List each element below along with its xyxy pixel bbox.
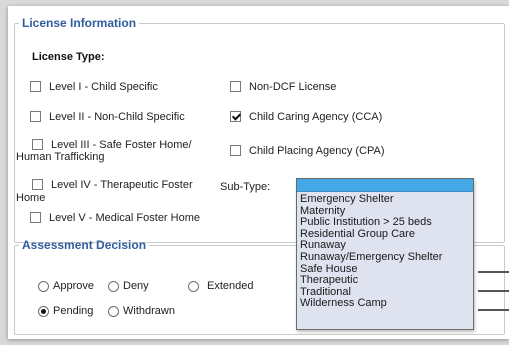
checkbox-level-4[interactable]: Level IV - Therapeutic Foster — [30, 179, 193, 192]
background-field-edge — [478, 290, 509, 292]
checkbox-level-3-label-cont: Human Trafficking — [16, 151, 105, 163]
radio-circle-selected[interactable] — [38, 305, 49, 317]
checkbox-label: Level IV - Therapeutic Foster — [51, 179, 193, 191]
checkbox-label: Child Placing Agency (CPA) — [249, 145, 385, 157]
subtype-label: Sub-Type: — [220, 181, 271, 193]
checkbox-box[interactable] — [230, 81, 241, 92]
checkbox-label: Non-DCF License — [249, 81, 337, 93]
radio-label: Pending — [53, 305, 94, 317]
license-type-label: License Type: — [32, 51, 105, 63]
subtype-options-list: Emergency Shelter Maternity Public Insti… — [297, 192, 473, 310]
subtype-option[interactable]: Emergency Shelter — [300, 193, 473, 206]
checkbox-level-5[interactable]: Level V - Medical Foster Home — [30, 212, 200, 225]
radio-label: Withdrawn — [123, 305, 175, 317]
radio-withdrawn[interactable]: Withdrawn — [108, 305, 175, 317]
radio-pending[interactable]: Pending — [38, 305, 93, 317]
subtype-option[interactable]: Wilderness Camp — [300, 298, 473, 310]
radio-extended[interactable]: Extended — [188, 280, 253, 292]
radio-circle[interactable] — [108, 305, 119, 317]
checkbox-label: Level I - Child Specific — [49, 81, 158, 93]
assessment-decision-legend: Assessment Decision — [22, 238, 147, 252]
checkbox-cca[interactable]: Child Caring Agency (CCA) — [230, 111, 382, 124]
radio-label: Deny — [123, 280, 149, 292]
checkbox-box[interactable] — [30, 111, 41, 122]
subtype-dropdown[interactable]: Emergency Shelter Maternity Public Insti… — [296, 178, 474, 330]
background-field-edge — [478, 271, 509, 273]
checkbox-label: Level V - Medical Foster Home — [49, 212, 200, 224]
radio-approve[interactable]: Approve — [38, 280, 94, 292]
checkbox-cpa[interactable]: Child Placing Agency (CPA) — [230, 145, 385, 158]
subtype-option[interactable]: Runaway/Emergency Shelter — [300, 251, 473, 264]
checkbox-label: Child Caring Agency (CCA) — [249, 111, 383, 123]
radio-circle[interactable] — [188, 280, 199, 292]
radio-label: Extended — [207, 280, 254, 292]
radio-circle[interactable] — [38, 280, 49, 292]
background-field-edge — [478, 309, 509, 311]
subtype-option[interactable]: Therapeutic — [300, 275, 473, 287]
license-information-legend: License Information — [22, 16, 137, 30]
radio-deny[interactable]: Deny — [108, 280, 149, 292]
subtype-selected-value[interactable] — [297, 179, 473, 192]
checkbox-box[interactable] — [32, 139, 43, 150]
checkbox-box[interactable] — [32, 179, 43, 190]
checkbox-label: Level II - Non-Child Specific — [49, 111, 185, 123]
checkbox-box[interactable] — [230, 145, 241, 156]
checkbox-non-dcf[interactable]: Non-DCF License — [230, 81, 336, 94]
checkbox-level-2[interactable]: Level II - Non-Child Specific — [30, 111, 185, 124]
checkbox-box-checked[interactable] — [230, 111, 241, 122]
form-panel: License Information License Type: Level … — [8, 6, 509, 339]
checkbox-level-4-label-cont: Home — [16, 192, 46, 204]
checkbox-level-1[interactable]: Level I - Child Specific — [30, 81, 158, 94]
radio-label: Approve — [53, 280, 94, 292]
radio-circle[interactable] — [108, 280, 119, 292]
checkbox-box[interactable] — [30, 212, 41, 223]
checkbox-box[interactable] — [30, 81, 41, 92]
